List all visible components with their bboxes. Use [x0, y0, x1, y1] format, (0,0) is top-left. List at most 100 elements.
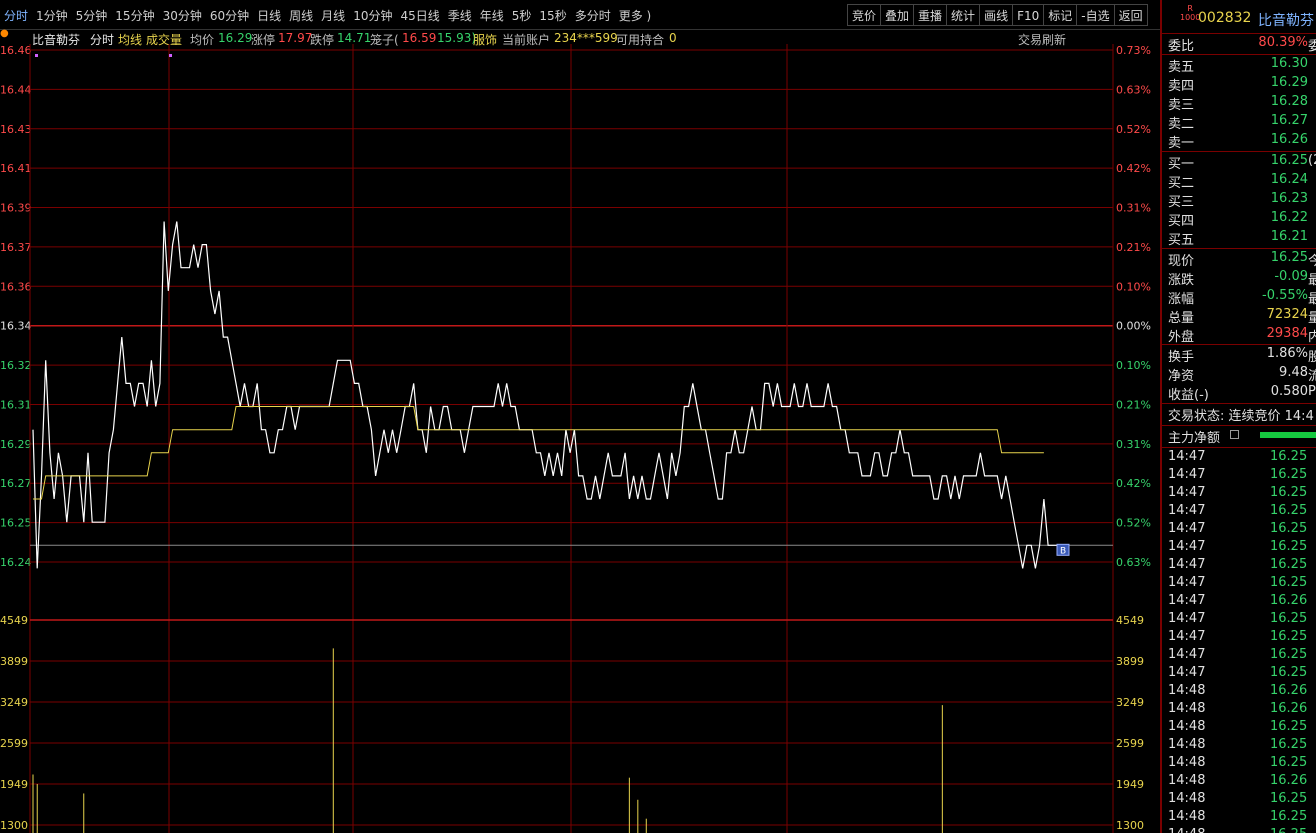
tick-price: 16.25	[1270, 809, 1308, 824]
quote-row: 卖四 16.29	[1162, 75, 1316, 94]
quote-row: 买二 16.24	[1162, 172, 1316, 191]
tick-price: 16.25	[1270, 647, 1308, 662]
quote-value: 16.25	[1270, 250, 1308, 265]
tick-price: 16.25	[1270, 755, 1308, 770]
quote-value: 16.27	[1270, 113, 1308, 128]
tick-time: 14:47	[1168, 647, 1206, 662]
marker-icon	[169, 54, 172, 57]
quote-value: 16.23	[1270, 191, 1308, 206]
stock-header: R 1000 002832 比音勒芬	[1162, 4, 1316, 29]
quote-value: 16.29	[1270, 75, 1308, 90]
price-tick-label: 16.41	[0, 162, 32, 175]
tick-time: 14:48	[1168, 755, 1206, 770]
tick-price: 16.25	[1270, 467, 1308, 482]
divider	[1162, 403, 1316, 404]
tick-price: 16.26	[1270, 593, 1308, 608]
tick-price: 16.26	[1270, 683, 1308, 698]
quote-value: 16.21	[1270, 229, 1308, 244]
tick-row: 14:48 16.26	[1162, 701, 1316, 719]
quote-ext: 流	[1308, 365, 1316, 384]
quote-label: 买二	[1168, 176, 1195, 191]
tick-row: 14:47 16.25	[1162, 647, 1316, 665]
quote-ext: 最	[1308, 269, 1316, 288]
quote-value: -0.09	[1274, 269, 1308, 284]
quote-label: 涨幅	[1168, 292, 1195, 307]
volume-tick-label-right: 2599	[1116, 737, 1144, 750]
quote-value: 72324	[1266, 307, 1308, 322]
pct-tick-label: 0.21%	[1116, 241, 1151, 254]
volume-tick-label: 4549	[0, 614, 28, 627]
price-tick-label: 16.32	[0, 359, 32, 372]
tick-price: 16.25	[1270, 503, 1308, 518]
quote-value: 16.22	[1270, 210, 1308, 225]
quote-ext: 股	[1308, 346, 1316, 365]
divider	[1162, 447, 1316, 448]
intraday-chart[interactable]: 16.46 0.73% 16.44 0.63% 16.43 0.52% 16.41 0.42%…	[0, 0, 1160, 833]
ratio-label: 委比	[1168, 39, 1195, 54]
ratio-ext: 委	[1308, 35, 1316, 54]
quote-row: 涨幅 -0.55%最	[1162, 288, 1316, 307]
tick-price: 16.25	[1270, 791, 1308, 806]
quote-row: 涨跌 -0.09最	[1162, 269, 1316, 288]
tick-row: 14:47 16.25	[1162, 485, 1316, 503]
quote-label: 买四	[1168, 214, 1195, 229]
tick-time: 14:47	[1168, 503, 1206, 518]
quote-row: 买三 16.23	[1162, 191, 1316, 210]
quote-label: 买五	[1168, 233, 1195, 248]
trade-status-row: 交易状态: 连续竞价 14:4	[1162, 405, 1316, 424]
tick-time: 14:47	[1168, 593, 1206, 608]
pct-tick-label: 0.21%	[1116, 398, 1151, 411]
quote-row: 买一 16.25(24	[1162, 153, 1316, 172]
divider	[1162, 33, 1316, 34]
tick-row: 14:48 16.25	[1162, 737, 1316, 755]
price-tick-label: 16.37	[0, 241, 32, 254]
price-line	[32, 221, 1065, 569]
quote-row: 卖三 16.28	[1162, 94, 1316, 113]
trade-status: 交易状态: 连续竞价 14:4	[1168, 409, 1314, 424]
quote-panel: R1000 002832 比音勒芬 委比 80.39% 委 卖五 16.30 卖四 1…	[1160, 0, 1316, 833]
tick-price: 16.25	[1270, 557, 1308, 572]
tick-time: 14:48	[1168, 737, 1206, 752]
quote-label: 买三	[1168, 195, 1195, 210]
list-icon[interactable]	[1230, 430, 1239, 439]
tick-price: 16.26	[1270, 773, 1308, 788]
pct-tick-label: 0.00%	[1116, 320, 1151, 333]
tick-time: 14:47	[1168, 539, 1206, 554]
tick-price: 16.25	[1270, 539, 1308, 554]
quote-row: 收益(-) 0.580 P	[1162, 384, 1316, 403]
volume-tick-label: 3249	[0, 696, 28, 709]
divider	[1162, 248, 1316, 249]
quote-ext: P	[1308, 384, 1316, 399]
tick-row: 14:47 16.25	[1162, 629, 1316, 647]
tick-price: 16.25	[1270, 485, 1308, 500]
stock-code: 002832	[1198, 10, 1252, 26]
tick-time: 14:48	[1168, 701, 1206, 716]
tick-row: 14:48 16.25	[1162, 719, 1316, 737]
tick-row: 14:48 16.25	[1162, 827, 1316, 833]
quote-label: 外盘	[1168, 330, 1195, 345]
quote-value: 1.86%	[1266, 346, 1308, 361]
quote-label: 买一	[1168, 157, 1195, 172]
quote-row: 净资 9.48流	[1162, 365, 1316, 384]
price-tick-label: 16.25	[0, 517, 32, 530]
tick-price: 16.25	[1270, 611, 1308, 626]
tick-row: 14:47 16.25	[1162, 521, 1316, 539]
price-tick-label: 16.34	[0, 320, 32, 333]
divider	[1162, 344, 1316, 345]
tick-price: 16.25	[1270, 449, 1308, 464]
quote-label: 卖二	[1168, 117, 1195, 132]
tick-price: 16.25	[1270, 827, 1307, 833]
ratio-value: 80.39%	[1258, 35, 1308, 50]
pct-tick-label: 0.31%	[1116, 438, 1151, 451]
quote-value: 9.48	[1279, 365, 1308, 380]
divider	[1162, 151, 1316, 152]
tick-time: 14:47	[1168, 521, 1206, 536]
quote-row: 卖五 16.30	[1162, 56, 1316, 75]
quote-label: 卖四	[1168, 79, 1195, 94]
quote-row: 现价 16.25今	[1162, 250, 1316, 269]
tick-price: 16.25	[1270, 719, 1308, 734]
quote-ext: 最	[1308, 288, 1316, 307]
tick-time: 14:47	[1168, 665, 1206, 680]
price-tick-label: 16.39	[0, 202, 32, 215]
price-tick-label: 16.24	[0, 556, 32, 569]
